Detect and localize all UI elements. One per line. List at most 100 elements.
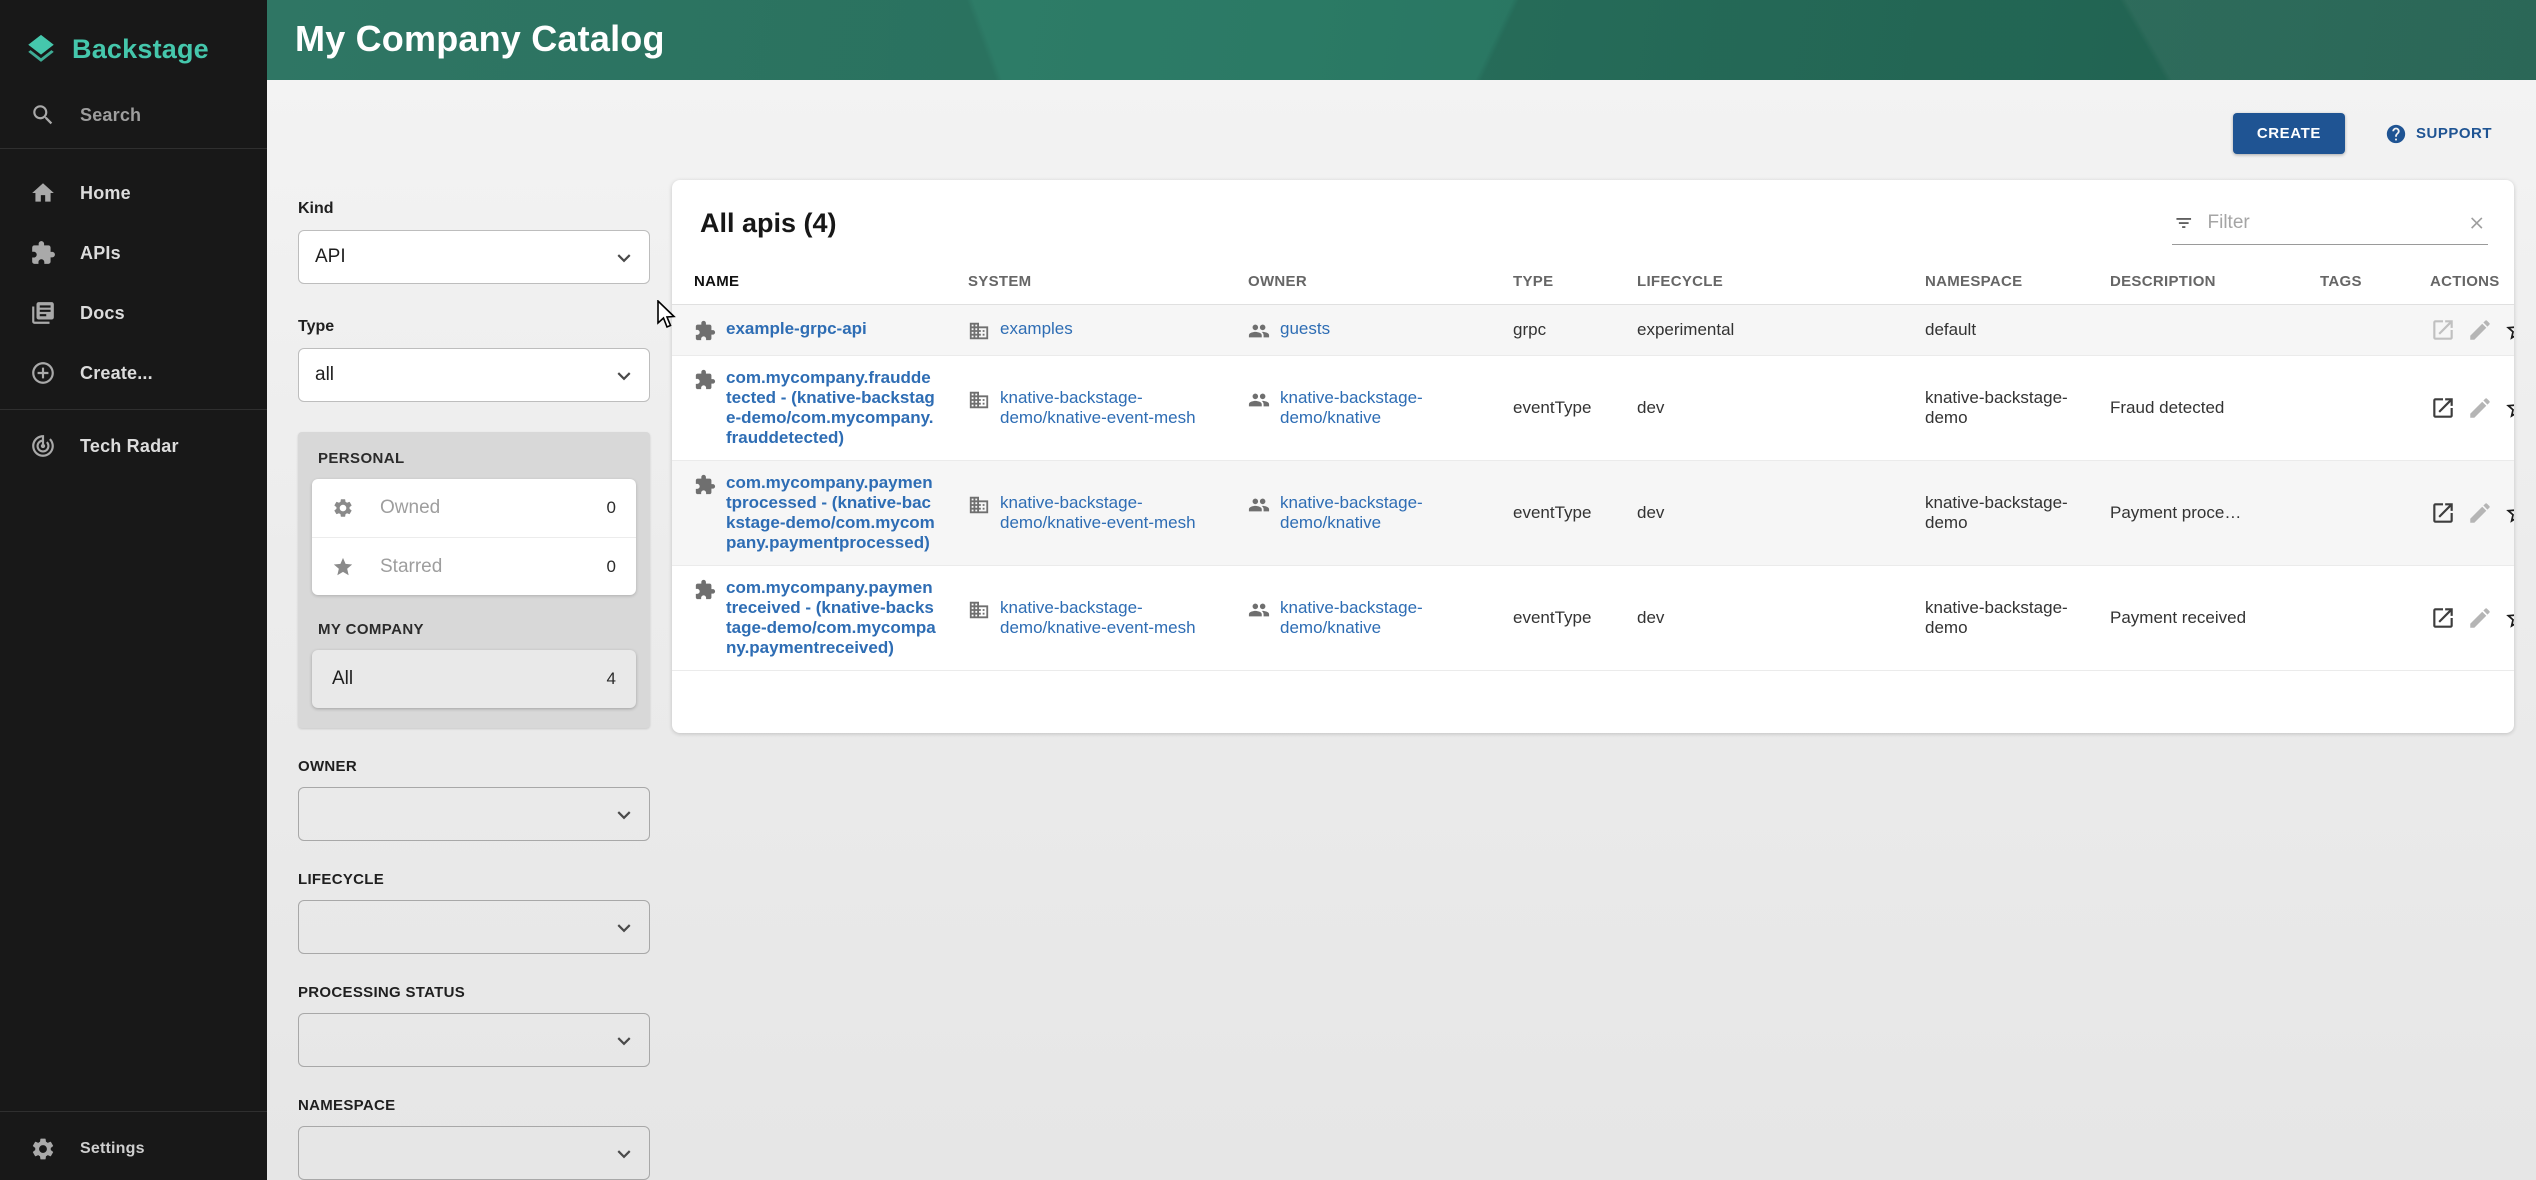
starred-count: 0	[607, 557, 616, 577]
sidebar-divider	[0, 409, 267, 410]
add-circle-icon	[30, 360, 56, 386]
extension-icon	[694, 320, 716, 342]
system-icon	[968, 389, 990, 411]
mouse-cursor	[656, 300, 678, 335]
sidebar-settings-label: Settings	[80, 1140, 145, 1158]
entity-name-link[interactable]: com.mycompany.paymentprocessed - (knativ…	[726, 473, 936, 553]
extension-icon	[694, 579, 716, 601]
sidebar-item-docs[interactable]: Docs	[0, 283, 267, 343]
lifecycle-filter: LIFECYCLE	[298, 871, 650, 954]
sidebar-item-apis[interactable]: APIs	[0, 223, 267, 283]
create-button[interactable]: CREATE	[2233, 113, 2345, 154]
table-row: com.mycompany.paymentreceived - (knative…	[672, 566, 2514, 671]
star-icon[interactable]	[2504, 605, 2514, 631]
namespace-cell: knative-backstage-demo	[1909, 461, 2094, 566]
owner-link[interactable]: knative-backstage-demo/knative	[1280, 598, 1481, 638]
column-header-tags: TAGS	[2304, 259, 2414, 305]
sidebar-search[interactable]: Search	[0, 88, 267, 142]
table-header-row: NAMESYSTEMOWNERTYPELIFECYCLENAMESPACEDES…	[672, 259, 2514, 305]
clear-filter-icon[interactable]	[2467, 212, 2487, 234]
api-table: NAMESYSTEMOWNERTYPELIFECYCLENAMESPACEDES…	[672, 259, 2514, 671]
group-icon	[1248, 494, 1270, 516]
company-section-title: MY COMPANY	[318, 621, 636, 638]
star-icon	[332, 556, 354, 578]
star-icon[interactable]	[2504, 395, 2514, 421]
edit-icon[interactable]	[2467, 395, 2493, 421]
filter-item-all[interactable]: All 4	[312, 650, 636, 708]
gear-icon	[30, 1136, 56, 1162]
star-icon[interactable]	[2504, 317, 2514, 343]
entity-name-link[interactable]: com.mycompany.paymentreceived - (knative…	[726, 578, 936, 658]
processing-status-select[interactable]	[298, 1013, 650, 1067]
open-in-new-icon[interactable]	[2430, 395, 2456, 421]
chevron-down-icon	[611, 245, 637, 271]
system-link[interactable]: knative-backstage-demo/knative-event-mes…	[1000, 493, 1216, 533]
lifecycle-cell: dev	[1621, 566, 1909, 671]
table-filter-input[interactable]	[2208, 212, 2453, 234]
open-in-new-icon[interactable]	[2430, 500, 2456, 526]
column-header-type: TYPE	[1497, 259, 1621, 305]
edit-icon[interactable]	[2467, 605, 2493, 631]
system-icon	[968, 599, 990, 621]
namespace-label: NAMESPACE	[298, 1097, 650, 1114]
filter-item-starred[interactable]: Starred 0	[312, 537, 636, 595]
chevron-down-icon	[611, 802, 637, 828]
sidebar-item-create[interactable]: Create...	[0, 343, 267, 403]
open-in-new-icon[interactable]	[2430, 317, 2456, 343]
lifecycle-select[interactable]	[298, 900, 650, 954]
column-header-description: DESCRIPTION	[2094, 259, 2304, 305]
kind-select[interactable]: API	[298, 230, 650, 284]
owner-link[interactable]: knative-backstage-demo/knative	[1280, 493, 1481, 533]
sidebar: Backstage Search HomeAPIsDocsCreate... Te…	[0, 0, 267, 1180]
tags-cell	[2304, 356, 2414, 461]
chevron-down-icon	[611, 1028, 637, 1054]
support-button[interactable]: SUPPORT	[2385, 123, 2492, 145]
extra-filters: OWNERLIFECYCLEPROCESSING STATUSNAMESPACE	[298, 758, 650, 1180]
tags-cell	[2304, 566, 2414, 671]
sidebar-search-label: Search	[80, 105, 141, 126]
namespace-filter: NAMESPACE	[298, 1097, 650, 1180]
sidebar-item-settings[interactable]: Settings	[0, 1118, 267, 1180]
personal-section-title: PERSONAL	[318, 450, 636, 467]
sidebar-item-tech-radar[interactable]: Tech Radar	[0, 416, 267, 476]
column-header-actions: ACTIONS	[2414, 259, 2514, 305]
namespace-cell: knative-backstage-demo	[1909, 566, 2094, 671]
owner-link[interactable]: guests	[1280, 319, 1330, 339]
column-header-lifecycle: LIFECYCLE	[1621, 259, 1909, 305]
owner-link[interactable]: knative-backstage-demo/knative	[1280, 388, 1481, 428]
owner-select[interactable]	[298, 787, 650, 841]
support-label: SUPPORT	[2416, 125, 2492, 142]
system-icon	[968, 494, 990, 516]
system-link[interactable]: knative-backstage-demo/knative-event-mes…	[1000, 388, 1216, 428]
group-icon	[1248, 599, 1270, 621]
sidebar-divider-bottom	[0, 1111, 267, 1112]
all-count: 4	[607, 669, 616, 689]
page-header: My Company Catalog	[267, 0, 2536, 80]
starred-label: Starred	[380, 556, 607, 578]
card-header: All apis (4)	[672, 180, 2514, 259]
open-in-new-icon[interactable]	[2430, 605, 2456, 631]
column-header-system: SYSTEM	[952, 259, 1232, 305]
entity-name-link[interactable]: com.mycompany.frauddetected - (knative-b…	[726, 368, 936, 448]
entity-name-link[interactable]: example-grpc-api	[726, 319, 867, 339]
help-icon	[2385, 123, 2407, 145]
type-select[interactable]: all	[298, 348, 650, 402]
backstage-logo[interactable]: Backstage	[0, 0, 267, 72]
system-link[interactable]: knative-backstage-demo/knative-event-mes…	[1000, 598, 1216, 638]
column-header-namespace: NAMESPACE	[1909, 259, 2094, 305]
system-icon	[968, 320, 990, 342]
column-header-owner: OWNER	[1232, 259, 1497, 305]
gear-icon	[332, 497, 354, 519]
sidebar-item-home[interactable]: Home	[0, 163, 267, 223]
type-cell: grpc	[1497, 305, 1621, 356]
edit-icon[interactable]	[2467, 317, 2493, 343]
system-link[interactable]: examples	[1000, 319, 1073, 339]
kind-label: Kind	[298, 200, 650, 218]
namespace-select[interactable]	[298, 1126, 650, 1180]
edit-icon[interactable]	[2467, 500, 2493, 526]
chevron-down-icon	[611, 1141, 637, 1167]
star-icon[interactable]	[2504, 500, 2514, 526]
filter-item-owned[interactable]: Owned 0	[312, 479, 636, 537]
extension-icon	[30, 240, 56, 266]
processing-status-label: PROCESSING STATUS	[298, 984, 650, 1001]
